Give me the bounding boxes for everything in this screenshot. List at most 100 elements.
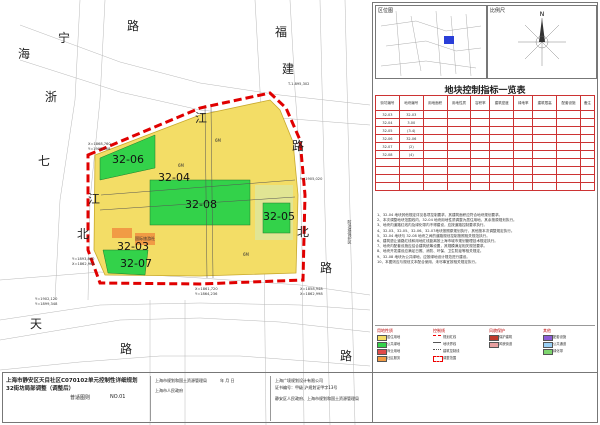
table-cell [579,158,596,167]
road-char: 路 [127,18,139,33]
table-cell [422,142,448,151]
legend-item: 社区服务 [387,356,401,360]
table-cell [398,182,424,191]
table-cell [579,166,596,175]
legend-item: 公共绿地 [387,342,401,346]
legend: 用地性质 居住用地 公共绿地 商业用地 社区服务 控制线 规划红线 地块界线 建… [375,325,595,374]
notes-block: 1、32-04 地块其他规定详见各项控制要求，其建筑面积应符合地块规划要求。 2… [377,213,595,265]
road-char: 浙 [45,90,57,104]
table-cell [470,142,491,151]
table-cell [422,126,448,135]
table-cell [422,182,448,191]
table-cell [470,110,491,119]
coord-label: X=1861,720 [195,287,218,291]
building-orange [112,228,132,238]
designer-label: 上海广境规划设计有限公司 [275,378,323,383]
table-row [375,158,596,167]
road-char: 天 [30,317,42,331]
coord-label: Y=1864,236 [195,292,218,296]
table-cell [513,118,534,127]
coord-label: X=1868,760 [88,142,111,146]
legend-swatch [377,342,387,348]
table-cell: 32-05 [375,126,400,135]
road-char: 北 [77,227,89,241]
table-cell [556,118,581,127]
legend-swatch [433,335,441,340]
table-cell [579,134,596,143]
table-cell [513,166,534,175]
table-cell: (4) [398,150,424,159]
table-cell [470,174,491,183]
location-map-label: 区位图 [378,8,394,14]
table-header: 地块编号 [398,95,424,111]
location-marker [444,36,454,44]
table-cell [513,158,534,167]
table-header: 建筑限高 [532,95,558,111]
note-line: 10、本图则应与规划文本配合使用，未尽事宜按相关规定执行。 [377,259,479,264]
table-header-row: 街坊编号 地块编号 用地面积 用地性质 容积率 建筑密度 绿地率 建筑限高 配套… [375,95,596,111]
table-cell [422,166,448,175]
legend-item: 地块界线 [443,342,457,346]
table-cell [422,110,448,119]
table-cell [579,142,596,151]
table-row [375,182,596,191]
table-cell [422,134,448,143]
table-header: 备注 [579,95,596,111]
legend-item: 保护建筑 [499,335,513,339]
table-cell [489,118,515,127]
location-map: 区位图 [375,5,487,79]
table-cell [446,158,472,167]
drawing-number: NO.01 [110,394,126,400]
road-char: 江 [88,192,100,206]
legend-swatch [377,356,387,362]
table-row: 32-04 3.00 [375,118,596,127]
table-cell [532,174,558,183]
coord-label: X=1862,964 [72,262,95,266]
coord-label: T-1.895,302 [287,82,309,86]
legend-group-title: 其他 [543,328,551,333]
planning-map: 海 宁 路 浙 福 建 七 江 江 北 北 路 天 路 路 路 T-1.895,… [0,0,370,425]
dim-label: 6M [243,252,250,257]
table-cell [556,174,581,183]
parcel-label: 32-06 [112,153,144,166]
dim-label: 6M [178,163,185,168]
table-cell [556,110,581,119]
reviewer-label: 上海市人民政府 [155,388,183,393]
parcel-label: 32-07 [120,257,152,270]
table-cell [489,142,515,151]
table-cell [532,158,558,167]
table-cell [422,158,448,167]
table-cell [422,118,448,127]
location-map-graphic [380,10,482,77]
parcel-label: 32-08 [185,198,217,211]
table-cell [446,110,472,119]
table-cell [556,158,581,167]
parcel-label: 32-05 [263,210,295,223]
road-char: 江 [195,111,207,125]
legend-item: 风貌街道 [499,342,513,346]
legend-swatch [377,335,387,341]
legend-swatch [543,349,553,355]
legend-swatch [543,335,553,341]
road-char: 建 [282,62,294,76]
legend-item: 公共通道 [553,342,567,346]
table-cell [470,166,491,175]
road-char: 路 [120,341,132,356]
table-cell [489,126,515,135]
table-cell [470,158,491,167]
legend-item: 建筑控制线 [443,349,460,353]
table-cell [398,166,424,175]
legend-item: 绿化带 [553,349,563,353]
legend-item: 规划红线 [443,335,457,339]
side-label: 防洪堤保护区 [348,219,353,244]
org-label: 上海市规划和国土资源管理局 [155,378,207,383]
coord-label: X=1862,998 [300,292,323,296]
table-cell [532,142,558,151]
table-header: 配套设施 [556,95,581,111]
table-cell [446,126,472,135]
table-header: 街坊编号 [375,95,400,111]
table-cell [579,150,596,159]
table-cell [579,126,596,135]
table-cell [446,134,472,143]
table-header: 建筑密度 [489,95,515,111]
